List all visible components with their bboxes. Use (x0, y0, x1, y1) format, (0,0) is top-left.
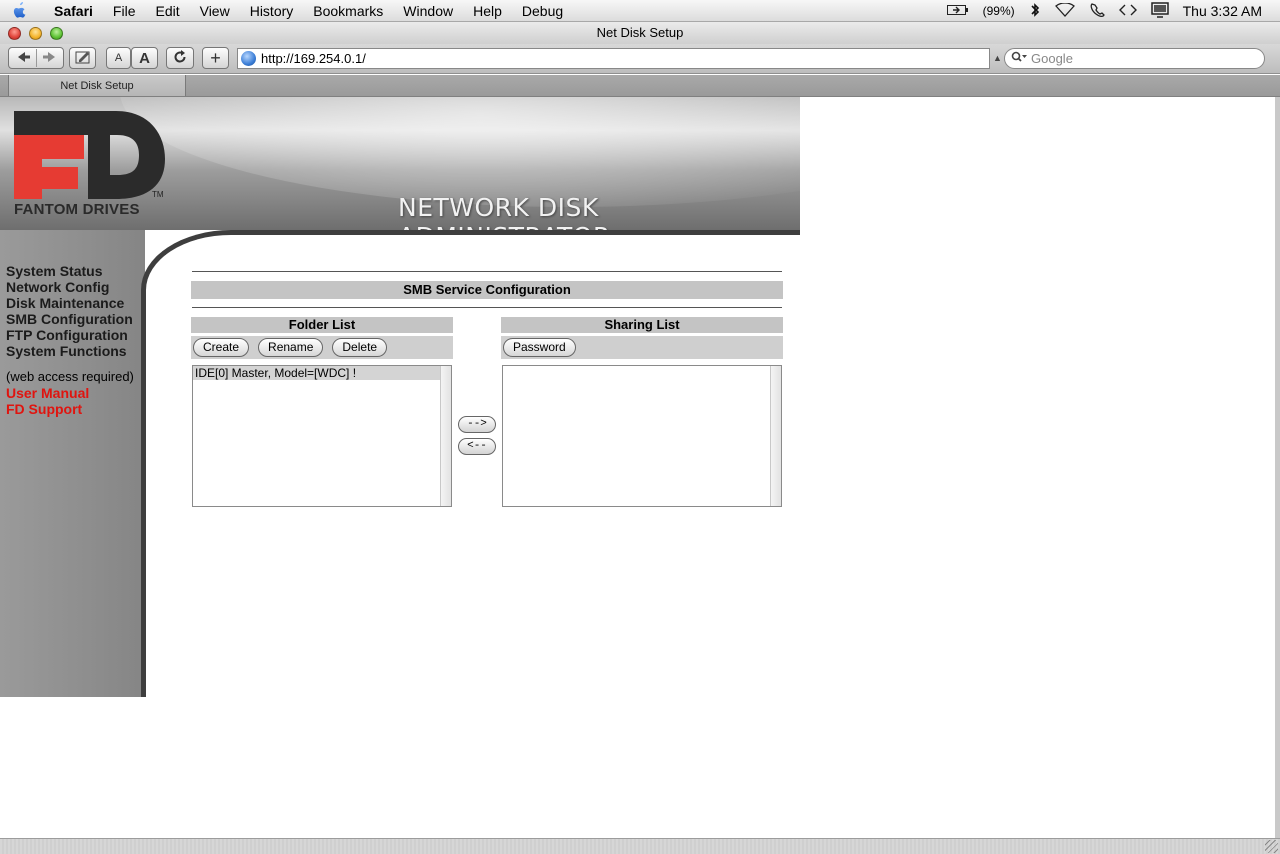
wifi-icon[interactable] (1054, 1, 1075, 20)
folder-listbox[interactable]: IDE[0] Master, Model=[WDC] ! (192, 365, 452, 507)
nav-smb-configuration[interactable]: SMB Configuration (6, 311, 134, 327)
menu-history[interactable]: History (240, 0, 304, 22)
logo-caption: FANTOM DRIVES (14, 201, 140, 218)
sharing-list-toolbar: Password (501, 336, 783, 359)
search-field[interactable]: Google (1004, 48, 1265, 69)
address-bar[interactable]: http://169.254.0.1/ (237, 48, 990, 69)
nav-system-status[interactable]: System Status (6, 263, 134, 279)
nav-fd-support[interactable]: FD Support (6, 401, 134, 417)
forward-arrow-icon[interactable] (42, 51, 55, 65)
create-folder-button[interactable]: Create (193, 338, 250, 357)
close-window-button[interactable] (8, 27, 21, 40)
top-divider (192, 271, 782, 272)
password-button[interactable]: Password (503, 338, 576, 357)
remove-from-sharing-button[interactable]: <-- (458, 438, 496, 455)
menu-help[interactable]: Help (463, 0, 512, 22)
back-forward-buttons (8, 47, 64, 69)
bluetooth-icon[interactable] (1029, 2, 1041, 21)
delete-folder-button[interactable]: Delete (332, 338, 388, 357)
phone-icon[interactable] (1089, 2, 1105, 21)
menu-bookmarks[interactable]: Bookmarks (303, 0, 393, 22)
magnifier-icon[interactable] (1011, 51, 1027, 66)
header-banner: FANTOM DRIVES TM NETWORK DISK ADMINISTRA… (0, 97, 800, 230)
zoom-window-button[interactable] (50, 27, 63, 40)
title-divider (192, 307, 782, 308)
bug-report-button[interactable] (69, 47, 96, 69)
window-title: Net Disk Setup (596, 25, 684, 40)
minimize-window-button[interactable] (29, 27, 42, 40)
banner-title: NETWORK DISK ADMINISTRATOR (398, 193, 610, 230)
nav-ftp-configuration[interactable]: FTP Configuration (6, 327, 134, 343)
tab-net-disk-setup[interactable]: Net Disk Setup (8, 75, 186, 96)
reload-button[interactable] (166, 47, 194, 69)
address-url[interactable]: http://169.254.0.1/ (261, 51, 366, 66)
nav-user-manual[interactable]: User Manual (6, 385, 134, 401)
address-dropdown-icon[interactable]: ▲ (993, 53, 1002, 63)
web-page: FANTOM DRIVES TM NETWORK DISK ADMINISTRA… (0, 97, 1275, 838)
sidebar-nav: System Status Network Config Disk Mainte… (6, 263, 134, 417)
sharing-listbox[interactable] (502, 365, 782, 507)
text-bigger-button[interactable]: A (131, 47, 158, 69)
battery-icon[interactable] (946, 3, 969, 19)
web-access-note: (web access required) (6, 369, 134, 384)
menu-status-area: (99%) Thu 3:32 AM (940, 0, 1280, 22)
toolbar-separator (35, 49, 37, 67)
banner-swoosh (120, 97, 800, 207)
reload-icon (173, 49, 187, 67)
code-brackets-icon[interactable] (1118, 3, 1137, 19)
folder-list-toolbar: Create Rename Delete (191, 336, 453, 359)
text-smaller-button[interactable]: A (106, 47, 131, 69)
display-icon[interactable] (1150, 1, 1169, 21)
search-placeholder: Google (1031, 51, 1073, 66)
sharing-list-scrollbar[interactable] (770, 366, 781, 506)
trademark-mark: TM (152, 190, 164, 199)
back-arrow-icon[interactable] (17, 51, 30, 65)
menu-clock[interactable]: Thu 3:32 AM (1183, 3, 1262, 19)
smb-section-title: SMB Service Configuration (191, 281, 783, 299)
menu-window[interactable]: Window (393, 0, 463, 22)
window-right-edge (1275, 97, 1280, 838)
folder-list-item[interactable]: IDE[0] Master, Model=[WDC] ! (193, 366, 440, 380)
battery-percent: (99%) (982, 4, 1015, 18)
folder-list-header: Folder List (191, 317, 453, 333)
menu-debug[interactable]: Debug (512, 0, 573, 22)
window-titlebar: Net Disk Setup (0, 22, 1280, 44)
resize-grip-icon[interactable] (1265, 840, 1278, 853)
tab-bar: Net Disk Setup (0, 75, 1280, 97)
add-bookmark-button[interactable]: + (202, 47, 229, 69)
add-to-sharing-button[interactable]: --> (458, 416, 496, 433)
sharing-list-header: Sharing List (501, 317, 783, 333)
folder-list-scrollbar[interactable] (440, 366, 451, 506)
menu-app-safari[interactable]: Safari (40, 0, 103, 22)
window-status-bar (0, 838, 1280, 854)
nav-network-config[interactable]: Network Config (6, 279, 134, 295)
menu-view[interactable]: View (190, 0, 240, 22)
browser-toolbar: A A + http://169.254.0.1/ ▲ Google (0, 44, 1280, 74)
pencil-icon (75, 50, 91, 67)
menu-bar: Safari File Edit View History Bookmarks … (0, 0, 1280, 22)
menu-file[interactable]: File (103, 0, 146, 22)
nav-disk-maintenance[interactable]: Disk Maintenance (6, 295, 134, 311)
rename-folder-button[interactable]: Rename (258, 338, 324, 357)
nav-system-functions[interactable]: System Functions (6, 343, 134, 359)
menu-edit[interactable]: Edit (145, 0, 189, 22)
apple-menu-icon[interactable] (0, 0, 40, 22)
globe-icon (241, 51, 256, 66)
